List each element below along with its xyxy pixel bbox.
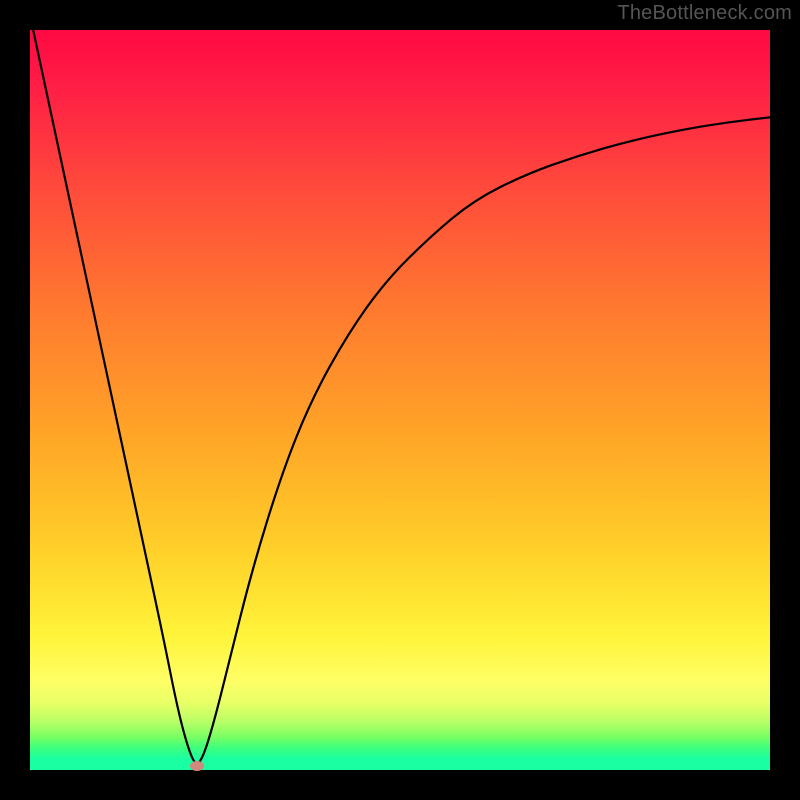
watermark-text: TheBottleneck.com	[617, 2, 792, 25]
plot-area	[30, 30, 770, 770]
bottleneck-curve	[30, 30, 770, 770]
optimal-point-marker	[190, 761, 204, 771]
chart-frame: TheBottleneck.com	[0, 0, 800, 800]
